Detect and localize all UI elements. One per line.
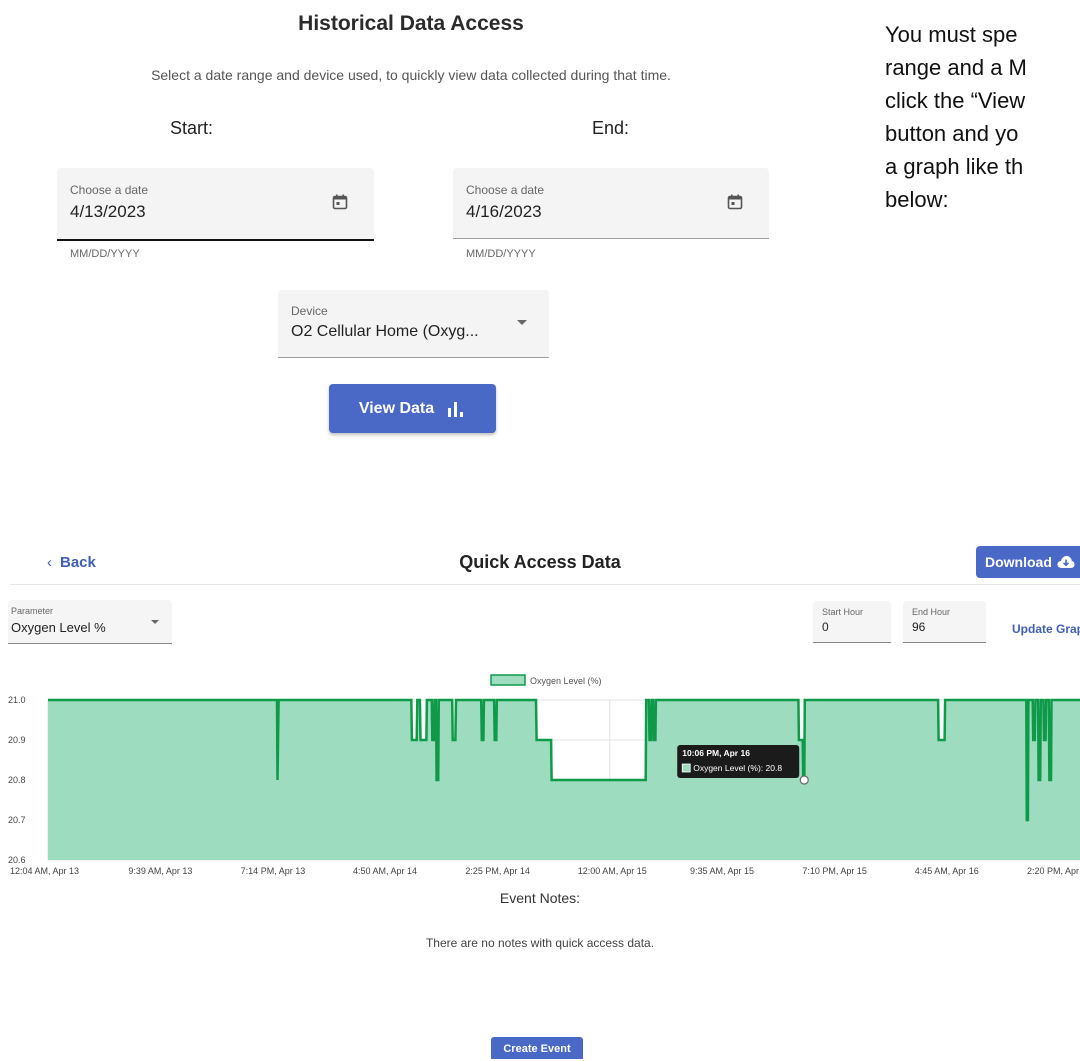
chart-legend[interactable]: Oxygen Level (%) (490, 674, 602, 686)
start-date-hint: MM/DD/YYYY (70, 248, 140, 260)
y-tick-label: 20.8 (8, 775, 26, 785)
instruction-text: You must spe range and a M click the “Vi… (885, 18, 1080, 216)
end-date-hint: MM/DD/YYYY (466, 248, 536, 260)
x-tick-label: 9:39 AM, Apr 13 (128, 866, 192, 876)
cloud-download-icon (1057, 556, 1075, 568)
chart-tooltip: 10:06 PM, Apr 16 Oxygen Level (%): 20.8 (677, 745, 800, 778)
instruction-line: You must spe (885, 22, 1018, 47)
x-tick-label: 7:10 PM, Apr 15 (802, 866, 867, 876)
start-label: Start: (170, 118, 214, 138)
oxygen-level-chart: 21.0 20.9 20.8 20.7 20.6 12:04 AM, Apr 13 9:3… (8, 674, 1080, 876)
page-title: Historical Data Access (298, 12, 524, 35)
end-hour-input[interactable]: End Hour 96 (903, 601, 986, 643)
y-tick-label: 20.7 (8, 815, 26, 825)
instruction-line: click the “View (885, 88, 1026, 113)
start-date-field-label: Choose a date (70, 183, 149, 197)
x-tick-label: 7:14 PM, Apr 13 (241, 866, 306, 876)
calendar-icon[interactable] (727, 194, 743, 210)
caret-down-icon[interactable] (517, 320, 527, 325)
calendar-icon[interactable] (332, 194, 348, 210)
y-axis-ticks: 21.0 20.9 20.8 20.7 20.6 (8, 695, 26, 865)
tooltip-title: 10:06 PM, Apr 16 (682, 748, 750, 758)
x-tick-label: 12:04 AM, Apr 13 (10, 866, 79, 876)
y-tick-label: 20.6 (8, 855, 26, 865)
x-tick-label: 9:35 AM, Apr 15 (690, 866, 754, 876)
parameter-select-value[interactable]: Oxygen Level % (11, 620, 106, 635)
end-date-field[interactable]: Choose a date 4/16/2023 (453, 168, 769, 239)
page-subtitle: Select a date range and device used, to … (151, 67, 671, 83)
start-date-value[interactable]: 4/13/2023 (70, 202, 146, 222)
end-date-field-label: Choose a date (466, 183, 545, 197)
device-select-label: Device (291, 304, 328, 318)
legend-label: Oxygen Level (%) (530, 676, 602, 686)
quick-access-title: Quick Access Data (459, 552, 621, 572)
x-tick-label: 4:50 AM, Apr 14 (353, 866, 417, 876)
device-select[interactable]: Device O2 Cellular Home (Oxyg... (278, 290, 549, 358)
start-hour-value[interactable]: 0 (822, 620, 829, 634)
parameter-select[interactable]: Parameter Oxygen Level % (8, 600, 172, 644)
x-tick-label: 12:00 AM, Apr 15 (578, 866, 647, 876)
end-hour-label: End Hour (912, 607, 951, 617)
caret-down-icon[interactable] (151, 620, 159, 624)
start-date-field[interactable]: Choose a date 4/13/2023 (57, 168, 374, 241)
tooltip-text: Oxygen Level (%): 20.8 (693, 763, 782, 773)
device-select-value[interactable]: O2 Cellular Home (Oxyg... (291, 323, 479, 341)
header-divider (10, 584, 1080, 585)
event-notes-title: Event Notes: (499, 890, 581, 906)
bar-chart-icon (448, 401, 464, 417)
start-hour-input[interactable]: Start Hour 0 (813, 601, 891, 643)
y-tick-label: 20.9 (8, 735, 26, 745)
y-tick-label: 21.0 (8, 695, 26, 705)
x-tick-label: 2:25 PM, Apr 14 (465, 866, 530, 876)
start-hour-label: Start Hour (822, 607, 864, 617)
x-tick-label: 2:20 PM, Apr 16 (1027, 866, 1080, 876)
hover-point[interactable] (799, 775, 809, 785)
end-hour-value[interactable]: 96 (912, 620, 925, 634)
event-notes-empty: There are no notes with quick access dat… (425, 936, 655, 950)
download-button-label: Download (985, 554, 1052, 570)
end-label: End: (592, 118, 630, 138)
x-tick-label: 4:45 AM, Apr 16 (915, 866, 979, 876)
create-event-button[interactable]: Create Event (491, 1037, 583, 1059)
tooltip-swatch (681, 763, 691, 773)
parameter-select-label: Parameter (11, 606, 54, 616)
instruction-line: range and a M (885, 55, 1027, 80)
legend-swatch (490, 674, 526, 686)
instruction-line: below: (885, 187, 949, 212)
instruction-line: button and yo (885, 121, 1019, 146)
x-axis-ticks: 12:04 AM, Apr 13 9:39 AM, Apr 13 7:14 PM, … (10, 866, 1080, 876)
instruction-line: a graph like th (885, 154, 1024, 179)
end-date-value[interactable]: 4/16/2023 (466, 202, 542, 222)
view-data-button[interactable]: View Data (329, 384, 496, 433)
download-button[interactable]: Download (976, 546, 1080, 578)
update-graph-button[interactable]: Update Graph (1012, 622, 1080, 636)
view-data-button-label: View Data (358, 399, 435, 417)
